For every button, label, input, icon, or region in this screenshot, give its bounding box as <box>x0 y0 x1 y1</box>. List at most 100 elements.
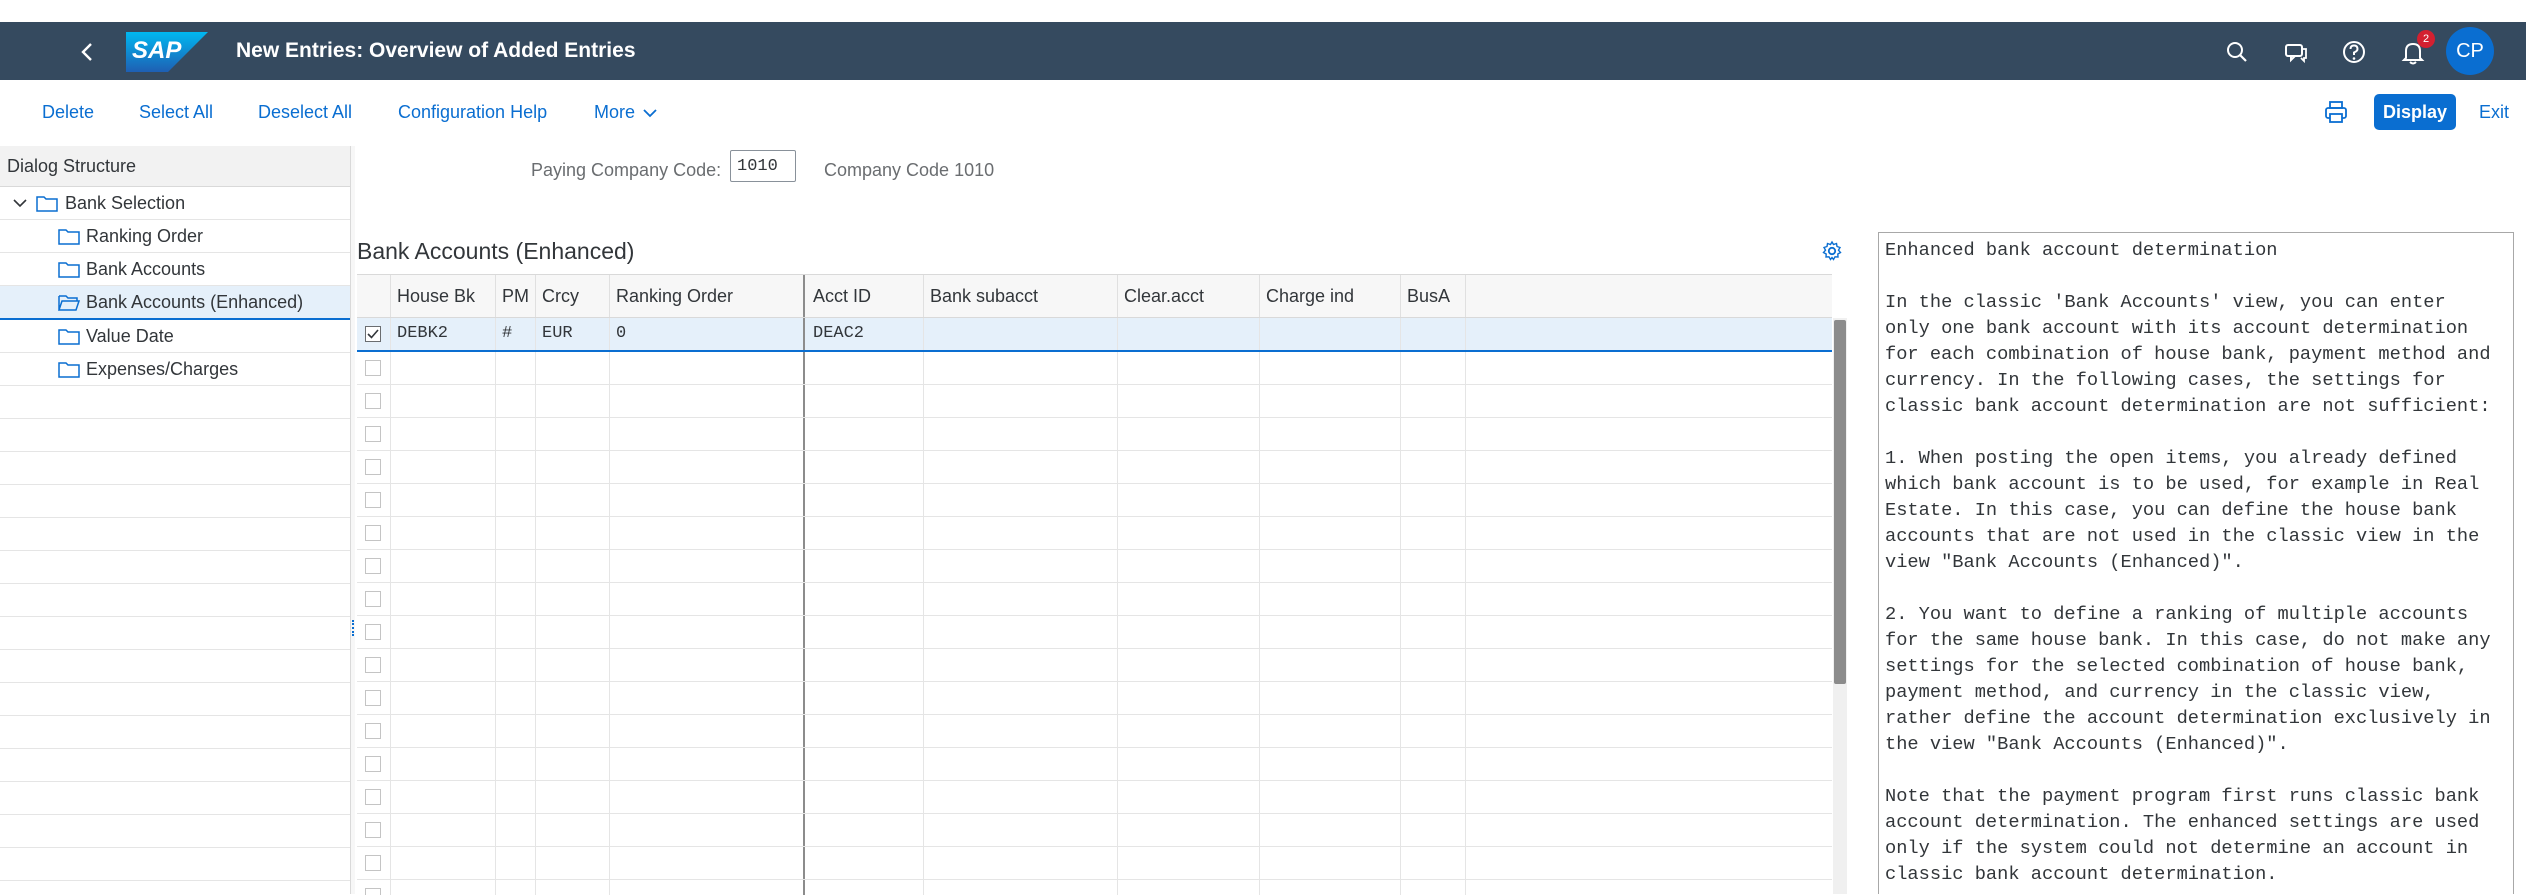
empty-table-row[interactable] <box>357 418 1832 451</box>
settings-gear-icon[interactable] <box>1821 240 1843 262</box>
empty-cell[interactable] <box>496 451 536 483</box>
empty-cell[interactable] <box>924 781 1118 813</box>
empty-cell[interactable] <box>1260 682 1401 714</box>
row-checkbox[interactable] <box>365 690 381 706</box>
empty-cell[interactable] <box>924 616 1118 648</box>
display-button[interactable]: Display <box>2374 94 2456 130</box>
empty-cell[interactable] <box>610 748 805 780</box>
empty-cell[interactable] <box>1401 682 1466 714</box>
empty-table-row[interactable] <box>357 781 1832 814</box>
empty-cell[interactable] <box>924 484 1118 516</box>
empty-cell[interactable] <box>1118 880 1260 895</box>
row-checkbox[interactable] <box>365 360 381 376</box>
empty-cell[interactable] <box>1260 715 1401 747</box>
empty-table-row[interactable] <box>357 616 1832 649</box>
back-icon[interactable] <box>72 36 104 68</box>
column-header-acct-id[interactable]: Acct ID <box>807 275 924 317</box>
empty-cell[interactable] <box>391 385 496 417</box>
panel-splitter[interactable] <box>351 146 355 894</box>
empty-cell[interactable] <box>1260 649 1401 681</box>
empty-cell[interactable] <box>536 781 610 813</box>
more-button[interactable]: More <box>594 100 658 124</box>
empty-cell[interactable] <box>391 748 496 780</box>
empty-cell[interactable] <box>1118 682 1260 714</box>
empty-table-row[interactable] <box>357 715 1832 748</box>
empty-cell[interactable] <box>610 715 805 747</box>
empty-cell[interactable] <box>807 352 924 384</box>
empty-cell[interactable] <box>1118 649 1260 681</box>
deselect-all-button[interactable]: Deselect All <box>258 100 352 124</box>
empty-cell[interactable] <box>610 451 805 483</box>
column-header-charge-ind[interactable]: Charge ind <box>1260 275 1401 317</box>
empty-cell[interactable] <box>1118 451 1260 483</box>
row-checkbox[interactable] <box>365 393 381 409</box>
empty-cell[interactable] <box>924 517 1118 549</box>
empty-cell[interactable] <box>496 352 536 384</box>
empty-cell[interactable] <box>807 715 924 747</box>
search-icon[interactable] <box>2222 37 2252 67</box>
empty-cell[interactable] <box>536 649 610 681</box>
empty-cell[interactable] <box>1260 451 1401 483</box>
empty-cell[interactable] <box>924 451 1118 483</box>
empty-cell[interactable] <box>536 517 610 549</box>
empty-cell[interactable] <box>1260 814 1401 846</box>
empty-cell[interactable] <box>536 748 610 780</box>
empty-cell[interactable] <box>924 682 1118 714</box>
empty-cell[interactable] <box>924 649 1118 681</box>
row-checkbox[interactable] <box>365 723 381 739</box>
select-all-button[interactable]: Select All <box>139 100 213 124</box>
empty-cell[interactable] <box>610 814 805 846</box>
empty-cell[interactable] <box>610 418 805 450</box>
empty-cell[interactable] <box>1260 583 1401 615</box>
empty-cell[interactable] <box>924 352 1118 384</box>
column-header-bank-subacct[interactable]: Bank subacct <box>924 275 1118 317</box>
empty-cell[interactable] <box>924 418 1118 450</box>
row-checkbox[interactable] <box>365 855 381 871</box>
empty-cell[interactable] <box>1260 616 1401 648</box>
row-checkbox[interactable] <box>365 822 381 838</box>
empty-cell[interactable] <box>1260 880 1401 895</box>
tree-node-value-date[interactable]: Value Date <box>0 320 350 353</box>
empty-cell[interactable] <box>610 616 805 648</box>
empty-table-row[interactable] <box>357 352 1832 385</box>
empty-cell[interactable] <box>391 616 496 648</box>
empty-cell[interactable] <box>1118 517 1260 549</box>
empty-cell[interactable] <box>496 418 536 450</box>
empty-cell[interactable] <box>1401 781 1466 813</box>
configuration-help-button[interactable]: Configuration Help <box>398 100 547 124</box>
row-selector[interactable] <box>357 484 391 516</box>
empty-cell[interactable] <box>807 814 924 846</box>
row-selector[interactable] <box>357 781 391 813</box>
tree-node-bank-accounts[interactable]: Bank Accounts <box>0 253 350 286</box>
column-header-crcy[interactable]: Crcy <box>536 275 610 317</box>
empty-table-row[interactable] <box>357 484 1832 517</box>
empty-cell[interactable] <box>1401 748 1466 780</box>
empty-cell[interactable] <box>1118 418 1260 450</box>
avatar[interactable]: CP <box>2446 27 2494 75</box>
cell-acct-id[interactable]: DEAC2 <box>807 318 924 350</box>
empty-cell[interactable] <box>807 616 924 648</box>
empty-cell[interactable] <box>1118 715 1260 747</box>
delete-button[interactable]: Delete <box>42 100 94 124</box>
row-selector[interactable] <box>357 318 391 350</box>
empty-cell[interactable] <box>536 583 610 615</box>
empty-cell[interactable] <box>1118 814 1260 846</box>
empty-cell[interactable] <box>807 847 924 879</box>
exit-button[interactable]: Exit <box>2479 100 2509 124</box>
empty-cell[interactable] <box>1401 352 1466 384</box>
empty-cell[interactable] <box>807 451 924 483</box>
empty-cell[interactable] <box>496 583 536 615</box>
empty-cell[interactable] <box>1401 418 1466 450</box>
empty-cell[interactable] <box>496 880 536 895</box>
empty-cell[interactable] <box>496 649 536 681</box>
cell-house-bk[interactable]: DEBK2 <box>391 318 496 350</box>
empty-cell[interactable] <box>536 880 610 895</box>
empty-table-row[interactable] <box>357 814 1832 847</box>
empty-cell[interactable] <box>1260 517 1401 549</box>
row-checkbox[interactable] <box>365 657 381 673</box>
empty-cell[interactable] <box>1401 649 1466 681</box>
empty-cell[interactable] <box>610 484 805 516</box>
empty-cell[interactable] <box>536 616 610 648</box>
empty-cell[interactable] <box>1118 583 1260 615</box>
empty-cell[interactable] <box>496 847 536 879</box>
